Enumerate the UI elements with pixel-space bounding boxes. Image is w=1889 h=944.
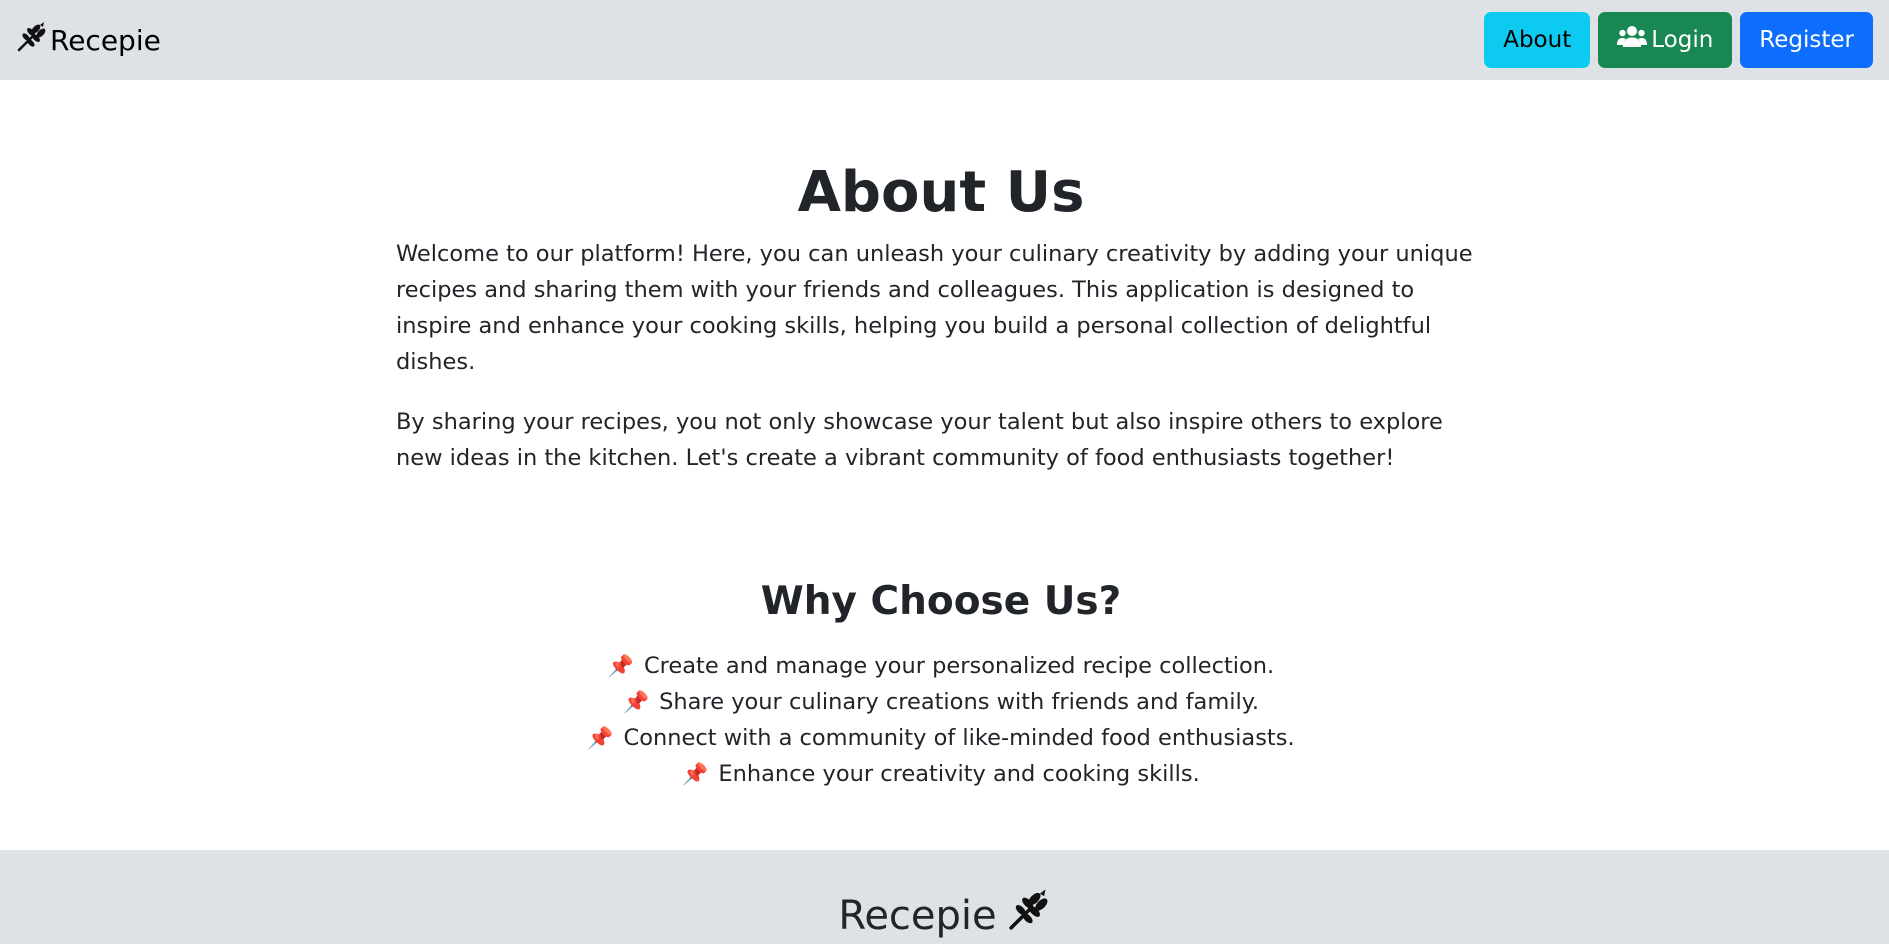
feature-text: Share your culinary creations with frien…: [659, 689, 1260, 715]
page-title: About Us: [797, 160, 1085, 225]
about-button-label: About: [1503, 27, 1572, 53]
about-section: About Us Welcome to our platform! Here, …: [396, 80, 1486, 792]
pushpin-icon: 📌: [607, 654, 634, 678]
footer-brand: Recepie: [838, 887, 1050, 944]
register-button[interactable]: Register: [1740, 12, 1873, 68]
about-button[interactable]: About: [1484, 12, 1591, 68]
register-button-label: Register: [1759, 27, 1854, 53]
community-paragraph: By sharing your recipes, you not only sh…: [396, 409, 1443, 471]
pushpin-icon: 📌: [587, 726, 614, 750]
pushpin-icon: 📌: [682, 762, 709, 786]
brand-label: Recepie: [50, 23, 161, 57]
why-choose-title: Why Choose Us?: [760, 579, 1122, 624]
wheat-icon: [16, 21, 48, 60]
pushpin-icon: 📌: [622, 690, 650, 714]
features-list: 📌 Create and manage your personalized rec…: [396, 648, 1486, 792]
list-item: 📌 Enhance your creativity and cooking ski…: [396, 756, 1486, 792]
intro-paragraph: Welcome to our platform! Here, you can u…: [396, 241, 1473, 375]
login-button[interactable]: Login: [1598, 12, 1733, 68]
list-item: 📌 Connect with a community of like-minded…: [396, 720, 1486, 756]
feature-text: Connect with a community of like-minded …: [623, 725, 1295, 751]
wheat-icon: [1007, 888, 1051, 944]
list-item: 📌 Create and manage your personalized rec…: [396, 648, 1486, 684]
login-button-label: Login: [1651, 27, 1714, 53]
top-navbar: Recepie About Login Register: [0, 0, 1889, 80]
footer-brand-label: Recepie: [838, 892, 997, 939]
nav-actions: About Login Register: [1484, 12, 1873, 68]
brand-link[interactable]: Recepie: [16, 21, 161, 60]
users-icon: [1617, 25, 1648, 55]
list-item: 📌 Share your culinary creations with frie…: [396, 684, 1486, 720]
feature-text: Create and manage your personalized reci…: [643, 653, 1275, 679]
footer: Recepie: [0, 850, 1889, 944]
feature-text: Enhance your creativity and cooking skil…: [718, 761, 1200, 787]
